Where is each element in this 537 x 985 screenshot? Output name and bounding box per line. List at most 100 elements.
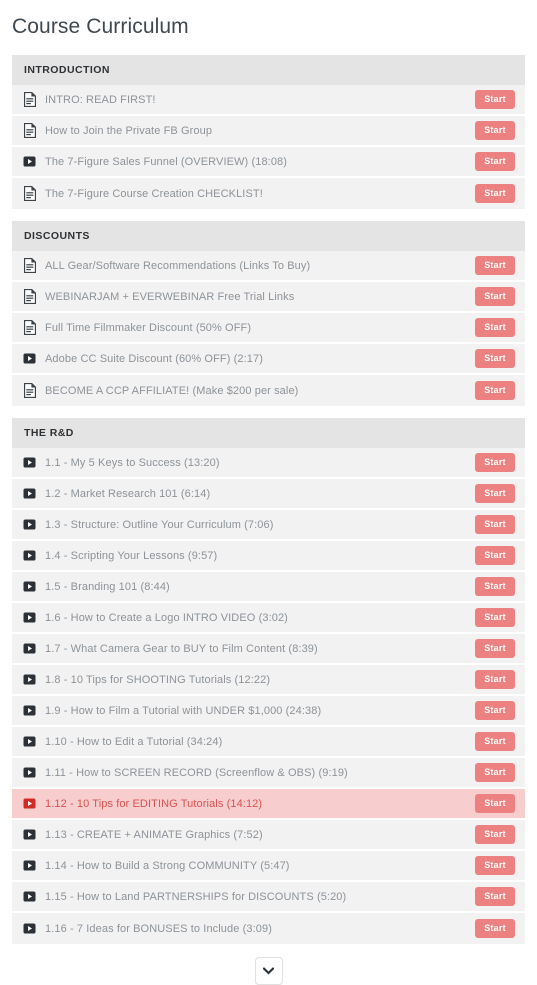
start-button[interactable]: Start — [475, 318, 515, 337]
section-title: INTRODUCTION — [24, 64, 110, 76]
start-button[interactable]: Start — [475, 256, 515, 275]
start-button[interactable]: Start — [475, 287, 515, 306]
section-header[interactable]: DISCOUNTS — [12, 221, 525, 251]
lesson-title: 1.16 - 7 Ideas for BONUSES to Include (3… — [45, 922, 272, 935]
video-play-icon — [23, 703, 36, 718]
lesson-title: 1.7 - What Camera Gear to BUY to Film Co… — [45, 642, 318, 655]
section-title: DISCOUNTS — [24, 230, 90, 242]
curriculum-list: INTRODUCTION INTRO: READ FIRST! Start How t… — [0, 55, 537, 944]
start-button[interactable]: Start — [475, 763, 515, 782]
video-play-icon — [23, 579, 36, 594]
lesson-row[interactable]: The 7-Figure Sales Funnel (OVERVIEW) (18… — [12, 147, 525, 178]
lesson-row[interactable]: Adobe CC Suite Discount (60% OFF) (2:17)… — [12, 344, 525, 375]
lesson-title: BECOME A CCP AFFILIATE! (Make $200 per s… — [45, 384, 299, 397]
video-play-icon — [23, 858, 36, 873]
start-button[interactable]: Start — [475, 381, 515, 400]
lesson-row[interactable]: 1.5 - Branding 101 (8:44) Start — [12, 572, 525, 603]
lesson-row[interactable]: 1.1 - My 5 Keys to Success (13:20) Start — [12, 448, 525, 479]
video-play-icon — [23, 455, 36, 470]
curriculum-section: INTRODUCTION INTRO: READ FIRST! Start How t… — [12, 55, 525, 209]
video-play-icon — [23, 351, 36, 366]
start-button[interactable]: Start — [475, 515, 515, 534]
document-icon — [23, 123, 36, 138]
lesson-row[interactable]: The 7-Figure Course Creation CHECKLIST! S… — [12, 178, 525, 209]
lesson-title: 1.9 - How to Film a Tutorial with UNDER … — [45, 704, 322, 717]
start-button[interactable]: Start — [475, 453, 515, 472]
lesson-title: The 7-Figure Course Creation CHECKLIST! — [45, 187, 263, 200]
lesson-row[interactable]: Full Time Filmmaker Discount (50% OFF) St… — [12, 313, 525, 344]
start-button[interactable]: Start — [475, 794, 515, 813]
start-button[interactable]: Start — [475, 670, 515, 689]
lesson-row[interactable]: 1.9 - How to Film a Tutorial with UNDER … — [12, 696, 525, 727]
start-button[interactable]: Start — [475, 825, 515, 844]
lesson-row[interactable]: 1.12 - 10 Tips for EDITING Tutorials (14… — [12, 789, 525, 820]
curriculum-section: DISCOUNTS ALL Gear/Software Recommendatio… — [12, 221, 525, 406]
start-button[interactable]: Start — [475, 608, 515, 627]
lesson-row[interactable]: 1.11 - How to SCREEN RECORD (Screenflow … — [12, 758, 525, 789]
lesson-row[interactable]: How to Join the Private FB Group Start — [12, 116, 525, 147]
lesson-row[interactable]: 1.3 - Structure: Outline Your Curriculum… — [12, 510, 525, 541]
lesson-title: 1.8 - 10 Tips for SHOOTING Tutorials (12… — [45, 673, 271, 686]
lesson-title: Adobe CC Suite Discount (60% OFF) (2:17) — [45, 352, 263, 365]
start-button[interactable]: Start — [475, 639, 515, 658]
start-button[interactable]: Start — [475, 887, 515, 906]
lesson-title: 1.15 - How to Land PARTNERSHIPS for DISC… — [45, 890, 347, 903]
lesson-title: INTRO: READ FIRST! — [45, 93, 156, 106]
video-play-icon — [23, 154, 36, 169]
lesson-row[interactable]: 1.4 - Scripting Your Lessons (9:57) Start — [12, 541, 525, 572]
start-button[interactable]: Start — [475, 701, 515, 720]
video-play-icon — [23, 796, 36, 811]
video-play-icon — [23, 734, 36, 749]
lesson-row[interactable]: 1.13 - CREATE + ANIMATE Graphics (7:52) S… — [12, 820, 525, 851]
section-title: THE R&D — [24, 427, 74, 439]
section-header[interactable]: THE R&D — [12, 418, 525, 448]
document-icon — [23, 383, 36, 398]
lesson-row[interactable]: 1.16 - 7 Ideas for BONUSES to Include (3… — [12, 913, 525, 944]
lesson-row[interactable]: WEBINARJAM + EVERWEBINAR Free Trial Link… — [12, 282, 525, 313]
lesson-title: ALL Gear/Software Recommendations (Links… — [45, 259, 311, 272]
lesson-title: 1.11 - How to SCREEN RECORD (Screenflow … — [45, 766, 348, 779]
lesson-title: How to Join the Private FB Group — [45, 124, 213, 137]
lesson-row[interactable]: 1.7 - What Camera Gear to BUY to Film Co… — [12, 634, 525, 665]
expand-more-button[interactable] — [254, 957, 283, 985]
start-button[interactable]: Start — [475, 546, 515, 565]
lesson-row[interactable]: 1.14 - How to Build a Strong COMMUNITY (… — [12, 851, 525, 882]
chevron-down-icon — [263, 967, 274, 975]
lesson-title: 1.2 - Market Research 101 (6:14) — [45, 487, 211, 500]
start-button[interactable]: Start — [475, 919, 515, 938]
video-play-icon — [23, 765, 36, 780]
start-button[interactable]: Start — [475, 90, 515, 109]
lesson-title: WEBINARJAM + EVERWEBINAR Free Trial Link… — [45, 290, 295, 303]
lesson-title: Full Time Filmmaker Discount (50% OFF) — [45, 321, 252, 334]
video-play-icon — [23, 641, 36, 656]
document-icon — [23, 186, 36, 201]
lesson-title: 1.1 - My 5 Keys to Success (13:20) — [45, 456, 220, 469]
document-icon — [23, 289, 36, 304]
curriculum-section: THE R&D 1.1 - My 5 Keys to Success (13:20… — [12, 418, 525, 944]
lesson-title: 1.12 - 10 Tips for EDITING Tutorials (14… — [45, 797, 263, 810]
lesson-row[interactable]: 1.8 - 10 Tips for SHOOTING Tutorials (12… — [12, 665, 525, 696]
lesson-row[interactable]: BECOME A CCP AFFILIATE! (Make $200 per s… — [12, 375, 525, 406]
lesson-title: 1.6 - How to Create a Logo INTRO VIDEO (… — [45, 611, 288, 624]
lesson-title: 1.14 - How to Build a Strong COMMUNITY (… — [45, 859, 290, 872]
document-icon — [23, 92, 36, 107]
start-button[interactable]: Start — [475, 349, 515, 368]
lesson-title: The 7-Figure Sales Funnel (OVERVIEW) (18… — [45, 155, 288, 168]
section-header[interactable]: INTRODUCTION — [12, 55, 525, 85]
start-button[interactable]: Start — [475, 184, 515, 203]
lesson-title: 1.4 - Scripting Your Lessons (9:57) — [45, 549, 218, 562]
lesson-row[interactable]: ALL Gear/Software Recommendations (Links… — [12, 251, 525, 282]
start-button[interactable]: Start — [475, 577, 515, 596]
lesson-title: 1.5 - Branding 101 (8:44) — [45, 580, 170, 593]
start-button[interactable]: Start — [475, 121, 515, 140]
lesson-row[interactable]: 1.6 - How to Create a Logo INTRO VIDEO (… — [12, 603, 525, 634]
lesson-row[interactable]: INTRO: READ FIRST! Start — [12, 85, 525, 116]
lesson-row[interactable]: 1.10 - How to Edit a Tutorial (34:24) Sta… — [12, 727, 525, 758]
start-button[interactable]: Start — [475, 732, 515, 751]
start-button[interactable]: Start — [475, 484, 515, 503]
lesson-row[interactable]: 1.15 - How to Land PARTNERSHIPS for DISC… — [12, 882, 525, 913]
video-play-icon — [23, 548, 36, 563]
lesson-row[interactable]: 1.2 - Market Research 101 (6:14) Start — [12, 479, 525, 510]
start-button[interactable]: Start — [475, 856, 515, 875]
start-button[interactable]: Start — [475, 152, 515, 171]
